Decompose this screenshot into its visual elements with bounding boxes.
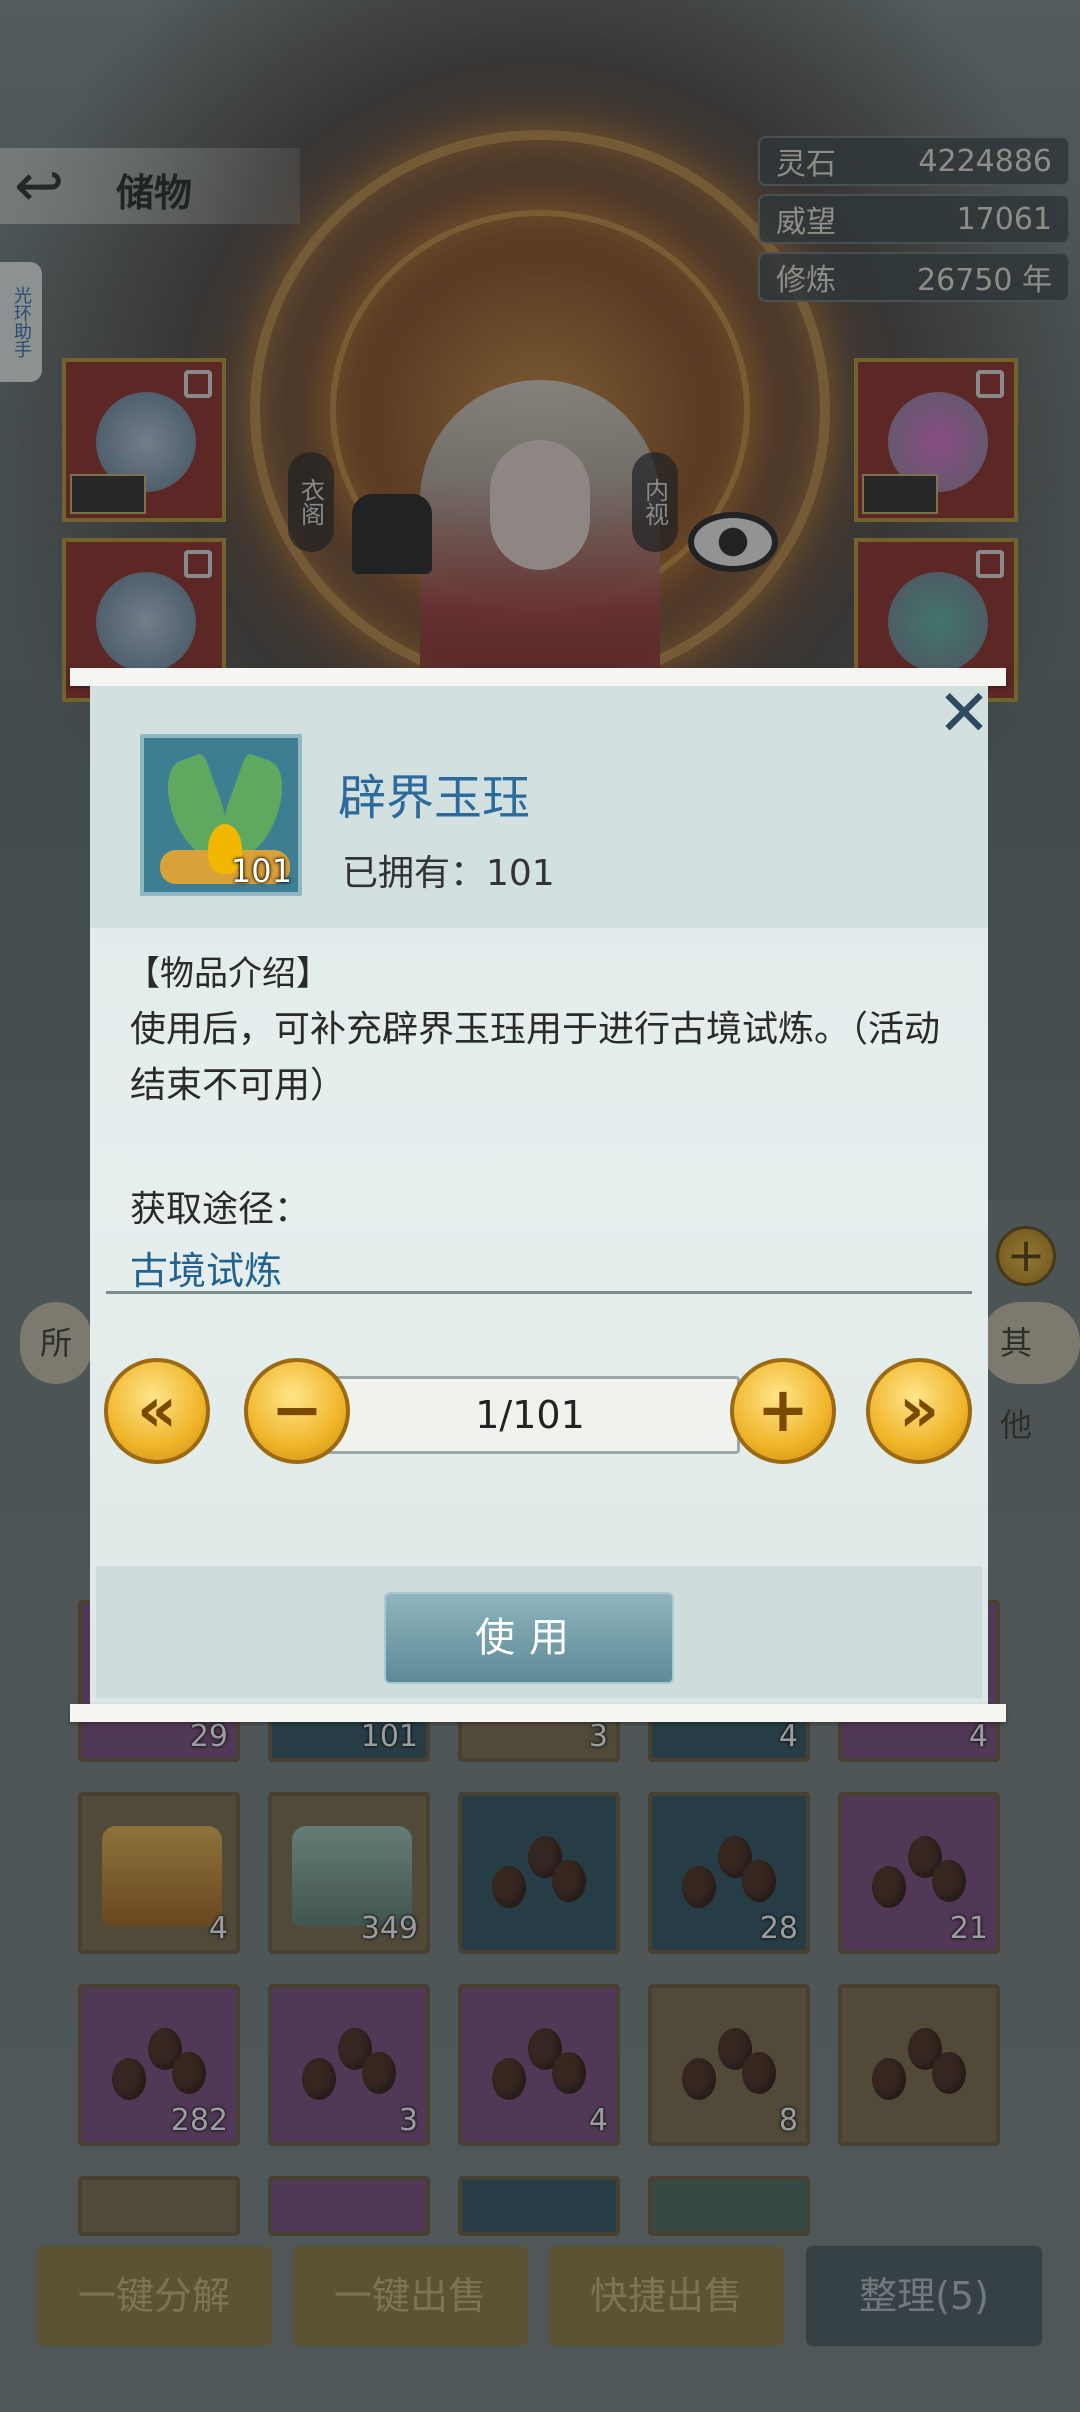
dialog-panel: 101 辟界玉珏 已拥有：101 【物品介绍】 使用后，可补充辟界玉珏用于进行古… bbox=[90, 682, 991, 1704]
owned-count: 已拥有：101 bbox=[342, 853, 555, 894]
source-title: 获取途径： bbox=[130, 1189, 311, 1230]
jade-pendant-icon: 101 bbox=[140, 734, 302, 896]
use-button[interactable]: 使用 bbox=[384, 1592, 674, 1684]
increase-button[interactable]: + bbox=[730, 1358, 836, 1464]
scroll-rod-bottom bbox=[70, 1704, 1006, 1722]
source-link[interactable]: 古境试炼 bbox=[130, 1240, 282, 1295]
close-icon[interactable]: ✕ bbox=[936, 682, 992, 746]
quantity-stepper: 1/101 « − + » bbox=[90, 1358, 988, 1468]
quantity-display: 1/101 bbox=[320, 1376, 740, 1454]
description-text: 使用后，可补充辟界玉珏用于进行古境试炼。（活动结束不可用） bbox=[130, 1009, 941, 1106]
min-quantity-button[interactable]: « bbox=[104, 1358, 210, 1464]
decrease-button[interactable]: − bbox=[244, 1358, 350, 1464]
divider bbox=[106, 1291, 972, 1294]
scroll-rod-top bbox=[70, 668, 1006, 686]
item-detail-dialog: 101 辟界玉珏 已拥有：101 【物品介绍】 使用后，可补充辟界玉珏用于进行古… bbox=[70, 668, 1006, 1722]
icon-count: 101 bbox=[230, 852, 292, 890]
description-title: 【物品介绍】 bbox=[126, 954, 330, 994]
max-quantity-button[interactable]: » bbox=[866, 1358, 972, 1464]
item-name: 辟界玉珏 bbox=[338, 770, 531, 826]
